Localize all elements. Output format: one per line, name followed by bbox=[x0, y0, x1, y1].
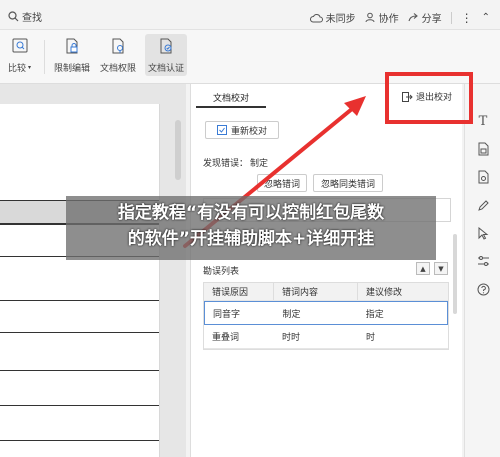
error-word: 制定 bbox=[282, 309, 301, 320]
error-list-title: 勘误列表 bbox=[203, 267, 240, 277]
error-table: 错误原因 错词内容 建议修改 同音字 制定 指定 重叠词 时时 时 bbox=[203, 282, 449, 350]
error-reason: 重叠词 bbox=[212, 333, 240, 343]
collab-button[interactable]: 协作 bbox=[365, 10, 399, 25]
doc-certify-button[interactable]: 文档认证 bbox=[145, 34, 188, 76]
document-page[interactable] bbox=[0, 104, 160, 457]
ignore-word-button[interactable]: 忽略错词 bbox=[257, 174, 307, 192]
compare-icon bbox=[10, 36, 30, 56]
sync-button[interactable]: 未同步 bbox=[309, 10, 356, 25]
right-toolbar: T bbox=[464, 84, 500, 457]
search-button[interactable]: 查找 bbox=[8, 9, 42, 24]
divider bbox=[450, 11, 452, 24]
recheck-icon bbox=[216, 125, 227, 135]
permission-label: 文档权限 bbox=[100, 64, 137, 74]
compare-button[interactable]: 比较 ▾ bbox=[8, 36, 31, 74]
error-word: 时时 bbox=[282, 333, 301, 343]
error-table-header: 错误原因 错词内容 建议修改 bbox=[204, 283, 448, 301]
share-label: 分享 bbox=[421, 14, 442, 25]
found-label: 发现错误： bbox=[203, 159, 249, 169]
highlight-box bbox=[385, 72, 473, 124]
search-label: 查找 bbox=[22, 13, 42, 24]
ignore-similar-button[interactable]: 忽略同类错词 bbox=[313, 174, 383, 192]
restrict-edit-button[interactable]: 限制编辑 bbox=[54, 36, 90, 74]
caption-line: 的软件”开挂辅助脚本+详细开挂 bbox=[127, 229, 375, 249]
top-actions: 未同步 协作 分享 ⋮ ⌃ bbox=[309, 10, 490, 25]
pen-icon[interactable] bbox=[476, 198, 490, 212]
table-row[interactable]: 同音字 制定 指定 bbox=[204, 301, 448, 325]
document-canvas bbox=[0, 84, 186, 457]
table-row bbox=[0, 332, 159, 333]
text-icon[interactable]: T bbox=[476, 114, 490, 129]
column-header: 建议修改 bbox=[366, 288, 403, 298]
certify-label: 文档认证 bbox=[148, 64, 185, 74]
permission-doc-icon bbox=[108, 36, 128, 56]
document-scrollbar[interactable] bbox=[175, 120, 181, 180]
panel-scrollbar[interactable] bbox=[453, 234, 457, 314]
dropdown-icon: ▾ bbox=[28, 64, 32, 71]
collapse-icon[interactable]: ⌃ bbox=[482, 12, 490, 23]
doc-convert-icon[interactable] bbox=[476, 142, 490, 156]
column-header: 错误原因 bbox=[204, 283, 274, 300]
lock-doc-icon bbox=[62, 36, 82, 56]
error-suggestion: 指定 bbox=[365, 309, 384, 320]
table-row bbox=[0, 300, 159, 301]
top-bar: 查找 未同步 协作 分享 ⋮ ⌃ bbox=[0, 0, 500, 30]
more-icon[interactable]: ⋮ bbox=[461, 11, 473, 25]
scroll-down-button[interactable]: ▼ bbox=[434, 262, 448, 275]
scroll-up-button[interactable]: ▲ bbox=[416, 262, 430, 275]
restrict-label: 限制编辑 bbox=[54, 64, 91, 74]
triangle-up-icon: ▲ bbox=[420, 264, 426, 273]
help-icon[interactable] bbox=[476, 282, 490, 296]
sliders-icon[interactable] bbox=[476, 254, 490, 268]
doc-permission-button[interactable]: 文档权限 bbox=[100, 36, 136, 74]
sync-label: 未同步 bbox=[325, 14, 356, 25]
column-header: 错词内容 bbox=[274, 283, 358, 300]
error-reason: 同音字 bbox=[213, 309, 241, 320]
found-value: 制定 bbox=[250, 159, 269, 169]
caption-banner: 指定教程“有没有可以控制红包尾数 的软件”开挂辅助脚本+详细开挂 bbox=[66, 196, 436, 260]
cloud-icon bbox=[309, 13, 323, 22]
share-icon bbox=[408, 13, 418, 22]
tab-proofread[interactable]: 文档校对 bbox=[196, 88, 266, 108]
table-row bbox=[0, 405, 159, 406]
triangle-down-icon: ▼ bbox=[438, 264, 444, 273]
compare-label: 比较 bbox=[8, 64, 27, 74]
search-icon bbox=[8, 11, 19, 22]
caption-text: 指定教程“有没有可以控制红包尾数 的软件”开挂辅助脚本+详细开挂 bbox=[66, 200, 436, 252]
caption-line: 指定教程“有没有可以控制红包尾数 bbox=[117, 203, 385, 223]
recheck-button[interactable]: 重新校对 bbox=[205, 121, 279, 139]
error-suggestion: 时 bbox=[366, 333, 376, 343]
cursor-icon[interactable] bbox=[476, 226, 490, 240]
certify-doc-icon bbox=[156, 36, 176, 56]
proofread-panel: 文档校对 退出校对 重新校对 发现错误： 制定 忽略错词 忽略同类错词 勘误列表 … bbox=[190, 84, 462, 457]
share-button[interactable]: 分享 bbox=[408, 10, 442, 25]
collab-label: 协作 bbox=[378, 14, 399, 25]
found-error: 发现错误： 制定 bbox=[203, 156, 268, 169]
recheck-label: 重新校对 bbox=[230, 126, 267, 137]
table-row bbox=[0, 440, 159, 441]
table-row bbox=[0, 370, 159, 371]
ribbon-divider bbox=[44, 40, 45, 74]
user-icon bbox=[365, 12, 375, 23]
doc-check-icon[interactable] bbox=[476, 170, 490, 184]
table-row[interactable]: 重叠词 时时 时 bbox=[204, 325, 448, 349]
